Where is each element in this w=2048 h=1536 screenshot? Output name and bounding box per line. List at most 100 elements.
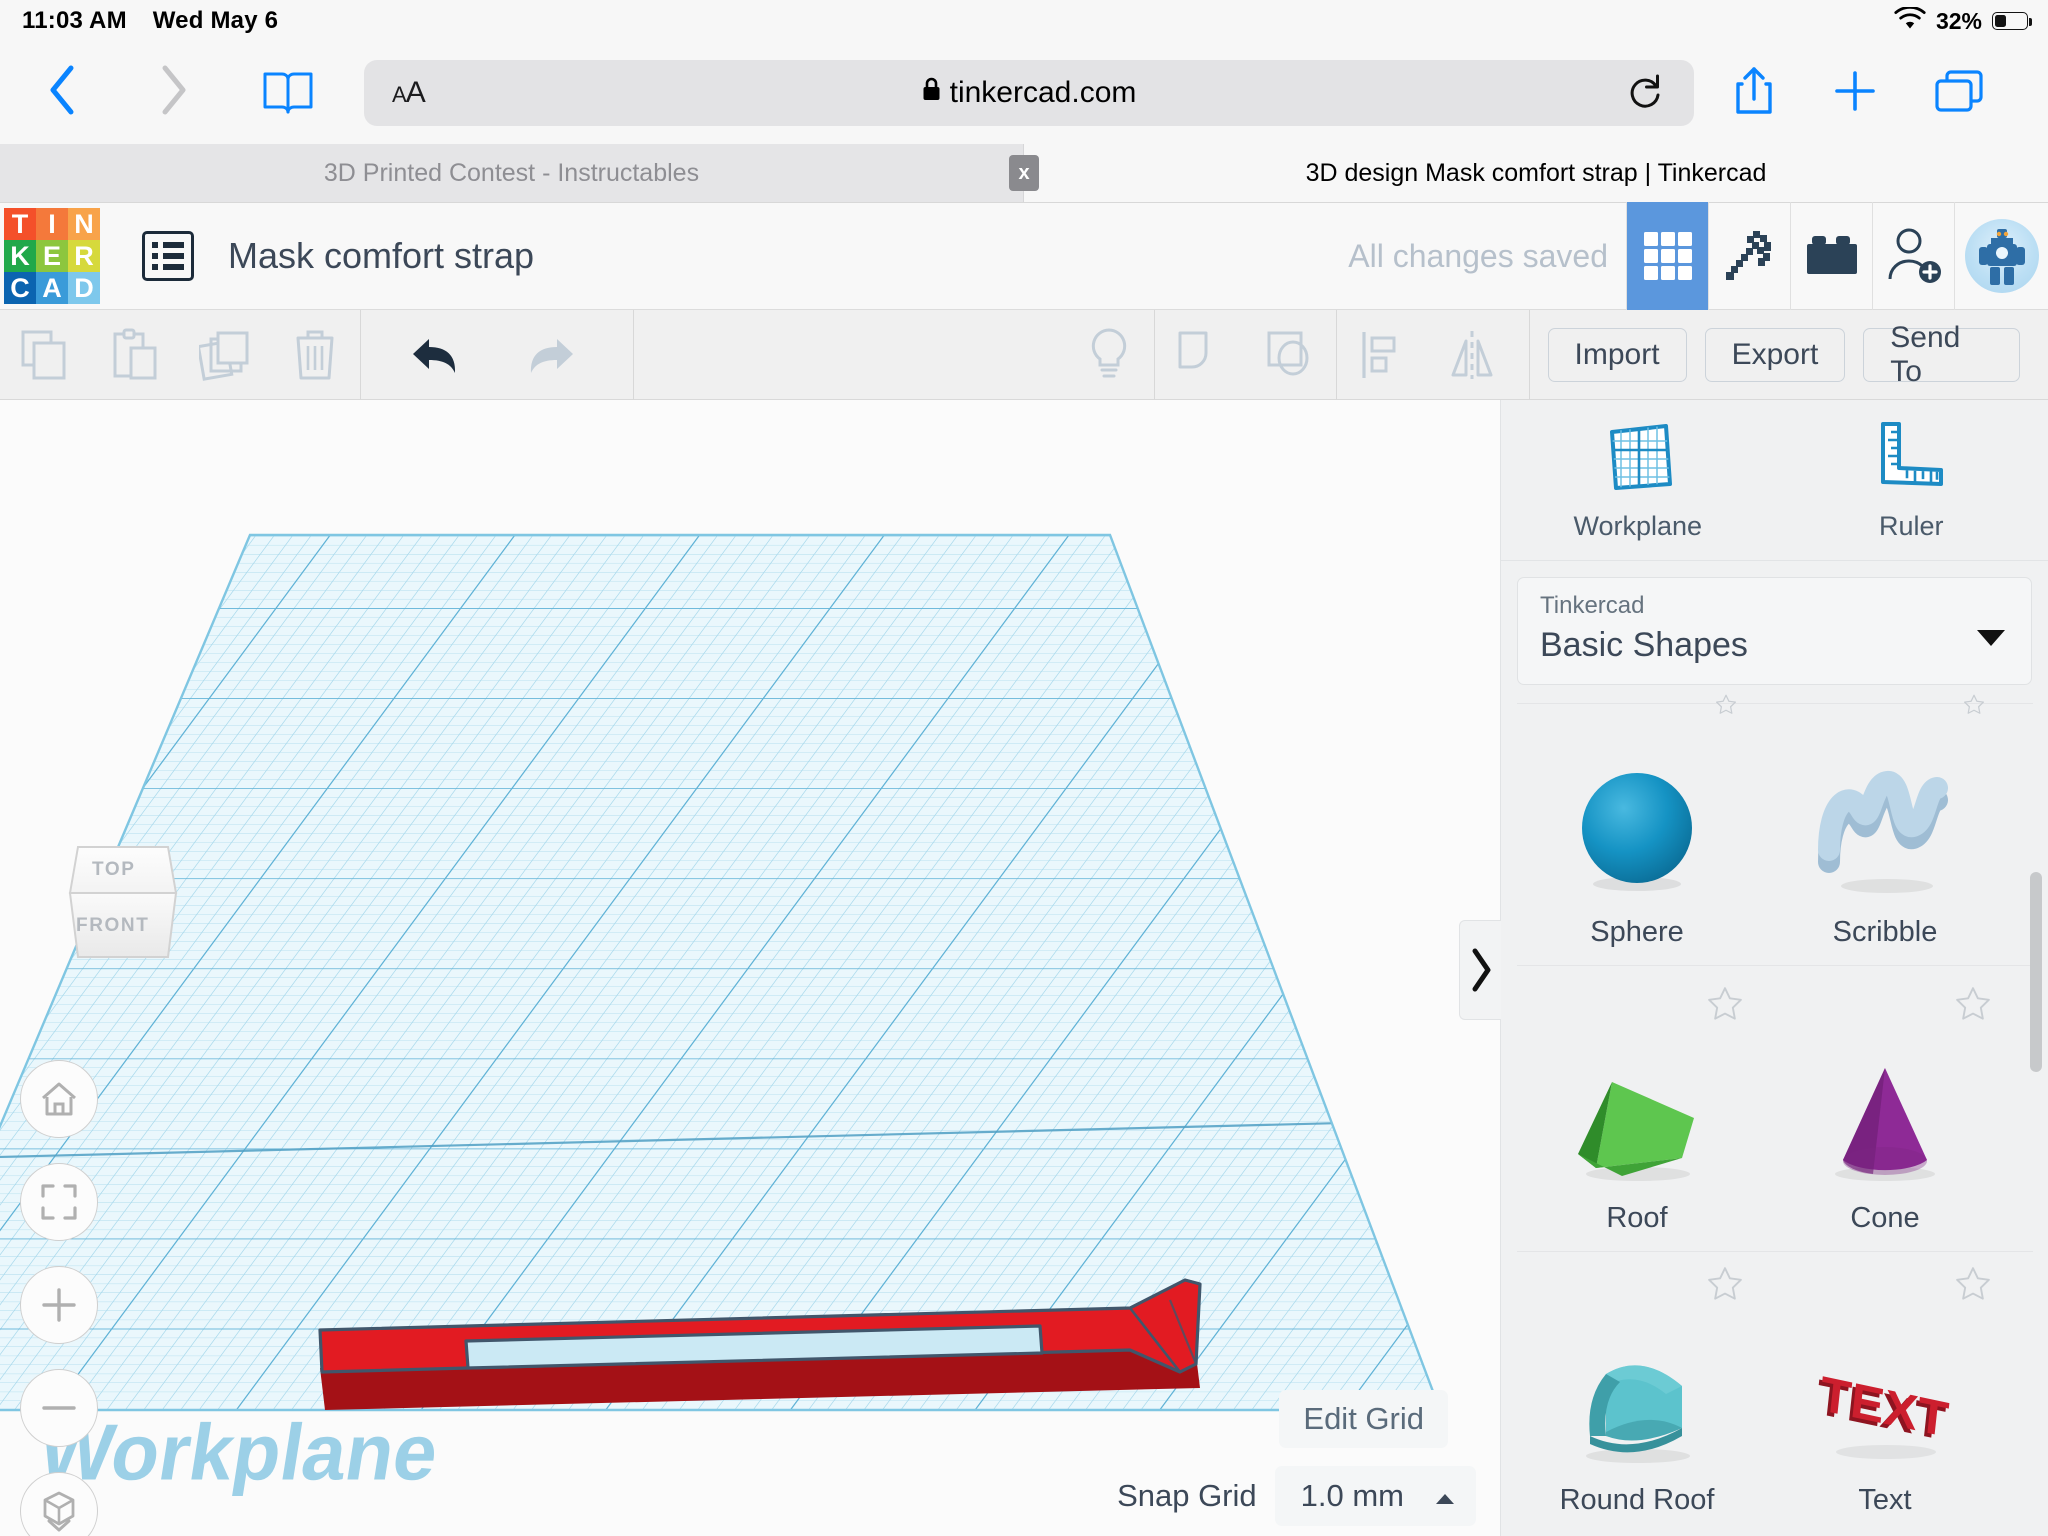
snap-grid-select[interactable]: 1.0 mm [1274, 1466, 1476, 1526]
status-time: 11:03 AM [22, 7, 127, 34]
ruler-icon [1875, 418, 1947, 499]
shape-label: Roof [1606, 1202, 1668, 1234]
brick-icon[interactable] [1790, 202, 1872, 310]
undo-icon[interactable] [391, 310, 481, 400]
battery-icon [1992, 12, 2032, 30]
shape-library-select[interactable]: Tinkercad Basic Shapes [1517, 577, 2032, 685]
panel-collapse-button[interactable] [1459, 920, 1501, 1020]
tinkercad-logo[interactable]: T I N K E R C A D [4, 208, 100, 304]
design-title[interactable]: Mask comfort strap [228, 235, 534, 277]
logo-tile: R [68, 240, 100, 272]
status-date: Wed May 6 [152, 7, 279, 34]
browser-tab-active[interactable]: 3D design Mask comfort strap | Tinkercad [1024, 144, 2048, 202]
sphere-shape [1572, 726, 1702, 896]
invite-person-icon[interactable] [1872, 202, 1954, 310]
import-button[interactable]: Import [1547, 327, 1687, 382]
star-outline-icon[interactable] [1955, 986, 1991, 1025]
edit-toolbar: Import Export Send To [0, 309, 2048, 400]
snap-grid-control: Snap Grid 1.0 mm [1117, 1466, 1476, 1526]
snap-grid-value: 1.0 mm [1300, 1478, 1404, 1513]
ruler-tool-label: Ruler [1878, 511, 1944, 541]
blocks-grid-icon[interactable] [1626, 202, 1708, 310]
panel-scrollbar[interactable] [2030, 872, 2042, 1072]
zoom-in-icon[interactable] [20, 1266, 98, 1344]
star-outline-icon[interactable] [1957, 694, 1991, 719]
workplane-tool[interactable]: Workplane [1501, 400, 1775, 560]
delete-icon[interactable] [270, 310, 360, 400]
wifi-icon [1894, 5, 1926, 35]
redo-icon[interactable] [505, 310, 595, 400]
logo-tile: C [4, 272, 36, 304]
back-button[interactable] [30, 64, 94, 123]
lock-icon [922, 76, 941, 110]
shape-item-scribble[interactable]: Scribble [1761, 694, 2009, 949]
ios-status-bar: 11:03 AM Wed May 6 32% [0, 0, 2048, 42]
star-outline-icon[interactable] [1955, 1266, 1991, 1305]
snap-grid-label: Snap Grid [1117, 1478, 1257, 1513]
library-category-label: Tinkercad [1540, 592, 1645, 619]
group-icon[interactable] [1155, 310, 1245, 400]
round-roof-shape [1562, 1294, 1712, 1464]
fit-to-view-icon[interactable] [20, 1163, 98, 1241]
view-cube[interactable]: TOP FRONT [48, 837, 198, 972]
shape-item-roof[interactable]: Roof [1513, 966, 1761, 1235]
shape-row: Roof Cone [1513, 966, 2037, 1235]
tab-title: 3D design Mask comfort strap | Tinkercad [1305, 158, 1767, 187]
workplane-3d[interactable] [0, 400, 1500, 1536]
close-icon[interactable]: x [1009, 155, 1039, 191]
list-menu-icon[interactable] [142, 231, 194, 281]
address-bar[interactable]: AA tinkercad.com [364, 60, 1694, 126]
shape-item-sphere[interactable]: Sphere [1513, 694, 1761, 949]
new-tab-button[interactable] [1832, 68, 1878, 119]
zoom-out-icon[interactable] [20, 1369, 98, 1447]
forward-button[interactable] [142, 64, 206, 123]
star-outline-icon[interactable] [1707, 1266, 1743, 1305]
design-canvas[interactable]: Workplane TOP FRONT Edit Grid Snap Grid … [0, 400, 1500, 1536]
star-outline-icon[interactable] [1707, 986, 1743, 1025]
app-header: T I N K E R C A D Mask comfort strap All… [0, 202, 2048, 310]
tab-title: 3D Printed Contest - Instructables [323, 158, 700, 187]
codeblocks-pickaxe-icon[interactable] [1708, 202, 1790, 310]
shape-label: Sphere [1590, 916, 1684, 948]
shape-item-cone[interactable]: Cone [1761, 966, 2009, 1235]
export-button[interactable]: Export [1704, 327, 1846, 382]
scribble-shape [1815, 726, 1955, 896]
view-controls [20, 1060, 98, 1536]
mirror-icon[interactable] [1427, 310, 1517, 400]
viewcube-front-label: FRONT [76, 915, 150, 936]
share-button[interactable] [1732, 65, 1776, 122]
send-to-button[interactable]: Send To [1863, 321, 2021, 388]
ungroup-icon[interactable] [1245, 310, 1335, 400]
shape-item-round-roof[interactable]: Round Roof [1513, 1252, 1761, 1517]
shape-label: Cone [1850, 1202, 1920, 1234]
shape-row: Sphere Scribble [1513, 694, 2037, 949]
logo-tile: N [68, 208, 100, 240]
paste-icon[interactable] [90, 310, 180, 400]
lightbulb-icon[interactable] [1064, 310, 1154, 400]
star-outline-icon[interactable] [1709, 694, 1743, 719]
user-avatar[interactable] [1954, 202, 2048, 310]
align-icon[interactable] [1336, 310, 1426, 400]
browser-tab-inactive[interactable]: 3D Printed Contest - Instructables x [0, 144, 1039, 202]
shape-item-text[interactable]: TEXT TEXT Text [1761, 1252, 2009, 1517]
shape-grid: Sphere Scribble Roof Cone Round Roof TEX… [1501, 694, 2048, 1536]
orthographic-view-icon[interactable] [20, 1472, 98, 1536]
copy-icon[interactable] [0, 310, 90, 400]
logo-tile: K [4, 240, 36, 272]
ruler-tool[interactable]: Ruler [1775, 400, 2048, 560]
safari-tab-strip: 3D Printed Contest - Instructables x 3D … [0, 144, 2048, 202]
bookmarks-icon[interactable] [260, 69, 316, 117]
home-view-icon[interactable] [20, 1060, 98, 1138]
edit-grid-button[interactable]: Edit Grid [1279, 1390, 1448, 1448]
logo-tile: I [36, 208, 68, 240]
tab-overview-button[interactable] [1934, 68, 1984, 119]
panel-tools: Workplane Ruler [1501, 400, 2048, 560]
url-text: tinkercad.com [949, 76, 1137, 109]
workplane-tool-label: Workplane [1573, 511, 1703, 541]
viewcube-top-label: TOP [92, 859, 136, 880]
cone-shape [1815, 1012, 1955, 1182]
duplicate-icon[interactable] [180, 310, 270, 400]
roof-shape [1562, 1012, 1712, 1182]
battery-percent: 32% [1935, 7, 1982, 34]
shape-label: Text [1858, 1484, 1912, 1516]
